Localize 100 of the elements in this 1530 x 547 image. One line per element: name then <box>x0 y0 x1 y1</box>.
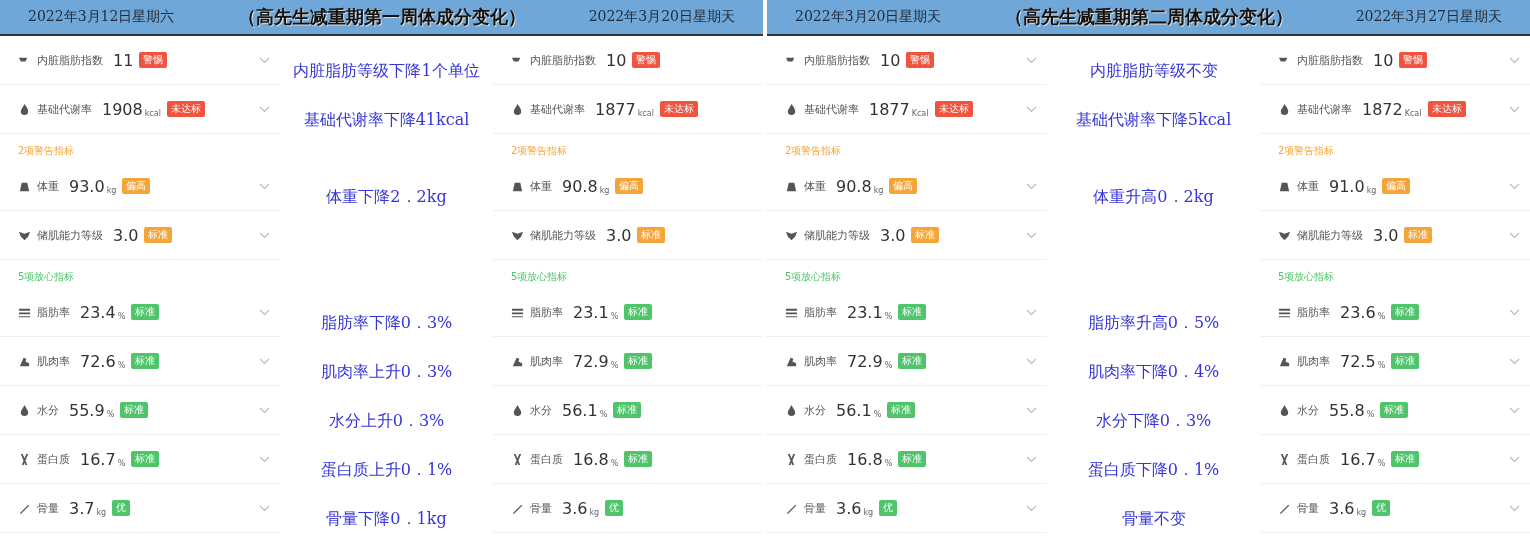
metric-row[interactable]: 蛋白质 16.8% 标准 <box>767 435 1047 484</box>
section-heading: 2项警告指标 <box>784 144 843 158</box>
metric-icon <box>1278 102 1291 116</box>
annotation-text: 肌肉率上升0．3% <box>320 362 453 383</box>
chevron-down-icon[interactable] <box>1509 406 1520 414</box>
chevron-down-icon[interactable] <box>259 504 270 512</box>
metric-row[interactable]: 储肌能力等级 3.0 标准 <box>1260 211 1530 260</box>
metric-row[interactable]: 骨量 3.7 kg 优 <box>0 484 280 533</box>
date-text: 2022年3月20日星期天 <box>795 8 942 26</box>
chevron-down-icon[interactable] <box>259 182 270 190</box>
metric-row[interactable]: 储肌能力等级 3.0 标准 <box>767 211 1047 260</box>
annotation-text: 脂肪率下降0．3% <box>320 313 453 334</box>
metric-row[interactable]: 内脏脂肪指数 10 警惕 <box>767 36 1047 85</box>
metric-value: 3.0 <box>606 225 632 245</box>
metric-row[interactable]: 肌肉率 72.9% 标准 <box>493 337 763 386</box>
metric-icon <box>18 452 31 466</box>
metric-row[interactable]: 肌肉率 72.6% 标准 <box>0 337 280 386</box>
chevron-down-icon[interactable] <box>1026 231 1037 239</box>
chevron-down-icon[interactable] <box>1026 308 1037 316</box>
metric-row[interactable]: 内脏脂肪指数 10 警惕 <box>493 36 763 85</box>
metric-unit: % <box>610 459 619 468</box>
metric-row[interactable]: 蛋白质 16.7% 标准 <box>0 435 280 484</box>
chevron-down-icon[interactable] <box>1509 308 1520 316</box>
status-badge: 标准 <box>624 451 653 467</box>
metric-unit: Kcal <box>1404 109 1422 118</box>
panel-title: （高先生减重期第一周体成分变化） <box>237 5 526 29</box>
chevron-down-icon[interactable] <box>259 56 270 64</box>
metric-row[interactable]: 基础代谢率 1872 Kcal 未达标 <box>1260 85 1530 134</box>
status-badge: 优 <box>879 500 898 516</box>
metric-label: 肌肉率 <box>804 353 837 369</box>
chevron-down-icon[interactable] <box>259 308 270 316</box>
metric-row[interactable]: 蛋白质 16.8% 标准 <box>493 435 763 484</box>
chevron-down-icon[interactable] <box>1026 105 1037 113</box>
metric-row[interactable]: 骨量 3.6 kg 优 <box>1260 484 1530 533</box>
chevron-down-icon[interactable] <box>259 231 270 239</box>
metric-row[interactable]: 体重 93.0 kg 偏高 <box>0 162 280 211</box>
status-badge: 标准 <box>624 304 653 320</box>
chevron-down-icon[interactable] <box>1509 357 1520 365</box>
chevron-down-icon[interactable] <box>259 357 270 365</box>
metric-row[interactable]: 内脏脂肪指数 11 警惕 <box>0 36 280 85</box>
chevron-down-icon[interactable] <box>1026 455 1037 463</box>
chevron-down-icon[interactable] <box>1509 182 1520 190</box>
chevron-down-icon[interactable] <box>259 406 270 414</box>
metric-row[interactable]: 水分 56.1% 标准 <box>493 386 763 435</box>
status-badge: 标准 <box>887 402 916 418</box>
metric-value: 90.8 <box>562 176 598 196</box>
chevron-down-icon[interactable] <box>259 455 270 463</box>
chevron-down-icon[interactable] <box>1509 504 1520 512</box>
chevron-down-icon[interactable] <box>259 105 270 113</box>
chevron-down-icon[interactable] <box>1509 455 1520 463</box>
metric-row[interactable]: 基础代谢率 1877 Kcal 未达标 <box>767 85 1047 134</box>
status-badge: 标准 <box>131 304 160 320</box>
metric-value: 23.6 <box>1340 302 1376 322</box>
metric-row[interactable]: 水分 55.9% 标准 <box>0 386 280 435</box>
chevron-down-icon[interactable] <box>1509 56 1520 64</box>
metric-icon <box>785 102 798 116</box>
metric-row[interactable]: 体重 90.8 kg 偏高 <box>493 162 763 211</box>
metric-row[interactable]: 体重 91.0 kg 偏高 <box>1260 162 1530 211</box>
chevron-down-icon[interactable] <box>1026 406 1037 414</box>
status-badge: 标准 <box>898 304 927 320</box>
metric-row[interactable]: 内脏脂肪指数 10 警惕 <box>1260 36 1530 85</box>
metric-row[interactable]: 骨量 3.6 kg 优 <box>767 484 1047 533</box>
chevron-down-icon[interactable] <box>1026 182 1037 190</box>
metric-row[interactable]: 基础代谢率 1877 kcal 未达标 <box>493 85 763 134</box>
metric-row[interactable]: 储肌能力等级 3.0 标准 <box>0 211 280 260</box>
chevron-down-icon[interactable] <box>1026 357 1037 365</box>
date-text: 2022年3月20日星期天 <box>588 8 735 26</box>
metric-unit: kg <box>599 186 610 195</box>
metric-row[interactable]: 肌肉率 72.9% 标准 <box>767 337 1047 386</box>
metric-row[interactable]: 基础代谢率 1908 kcal 未达标 <box>0 85 280 134</box>
chevron-down-icon[interactable] <box>1509 105 1520 113</box>
metric-value: 72.5 <box>1340 351 1376 371</box>
metric-row[interactable]: 脂肪率 23.6% 标准 <box>1260 288 1530 337</box>
status-badge: 标准 <box>1404 227 1433 243</box>
annotation-text: 蛋白质下降0．1% <box>1087 460 1220 481</box>
metric-label: 水分 <box>1297 402 1319 418</box>
metric-label: 脂肪率 <box>804 304 837 320</box>
metric-row[interactable]: 水分 55.8% 标准 <box>1260 386 1530 435</box>
status-badge: 偏高 <box>615 178 644 194</box>
metric-label: 肌肉率 <box>1297 353 1330 369</box>
metric-label: 脂肪率 <box>530 304 563 320</box>
metric-row[interactable]: 肌肉率 72.5% 标准 <box>1260 337 1530 386</box>
metric-row[interactable]: 脂肪率 23.1% 标准 <box>767 288 1047 337</box>
metric-label: 蛋白质 <box>37 451 70 467</box>
chevron-down-icon[interactable] <box>1026 504 1037 512</box>
status-badge: 标准 <box>1391 353 1420 369</box>
metric-unit: % <box>610 361 619 370</box>
metric-row[interactable]: 储肌能力等级 3.0 标准 <box>493 211 763 260</box>
chevron-down-icon[interactable] <box>1509 231 1520 239</box>
metric-row[interactable]: 蛋白质 16.7% 标准 <box>1260 435 1530 484</box>
metric-row[interactable]: 脂肪率 23.1% 标准 <box>493 288 763 337</box>
metric-label: 储肌能力等级 <box>1297 227 1363 243</box>
metric-row[interactable]: 脂肪率 23.4% 标准 <box>0 288 280 337</box>
chevron-down-icon[interactable] <box>1026 56 1037 64</box>
metric-value: 3.7 <box>69 498 95 518</box>
metric-row[interactable]: 骨量 3.6 kg 优 <box>493 484 763 533</box>
metric-row[interactable]: 水分 56.1% 标准 <box>767 386 1047 435</box>
section-heading: 5项放心指标 <box>1277 270 1336 284</box>
metric-row[interactable]: 体重 90.8 kg 偏高 <box>767 162 1047 211</box>
metric-label: 水分 <box>530 402 552 418</box>
